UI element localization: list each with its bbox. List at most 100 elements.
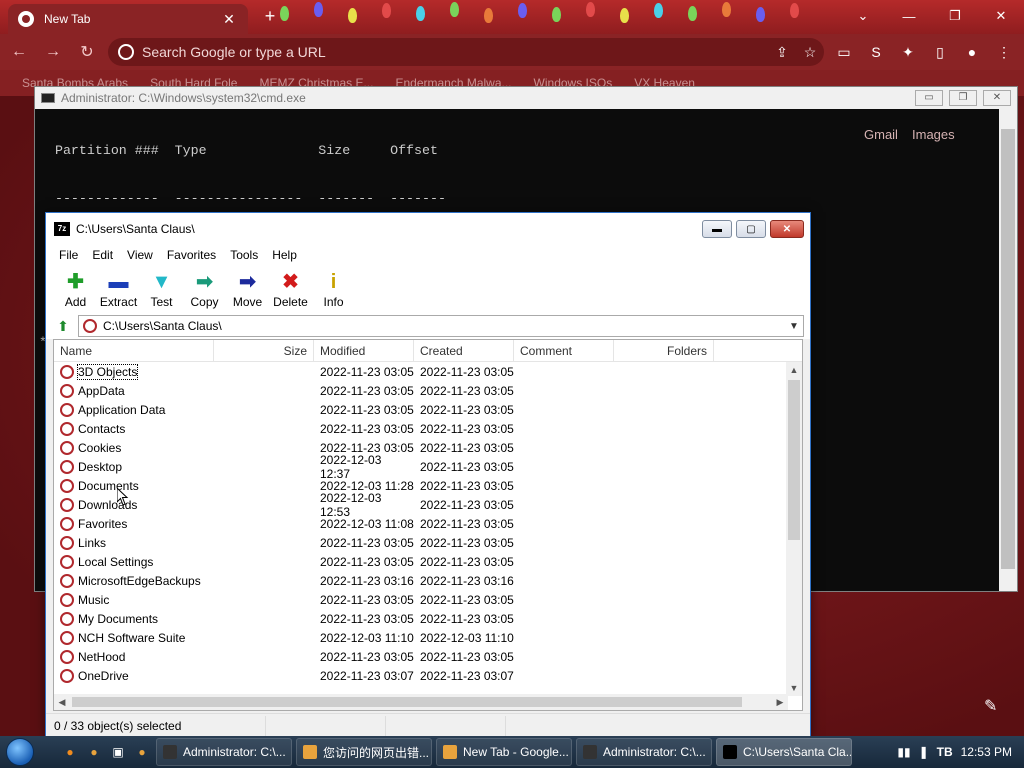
table-row[interactable]: Local Settings 2022-11-23 03:05 2022-11-23…	[54, 552, 788, 571]
extensions-puzzle-icon[interactable]: ✦	[896, 38, 920, 66]
close-window-button[interactable]: ✕	[978, 0, 1024, 32]
scroll-up-icon[interactable]: ▲	[786, 362, 802, 378]
scroll-thumb[interactable]	[788, 380, 800, 540]
cell-created: 2022-11-23 03:05	[420, 649, 514, 664]
table-row[interactable]: Downloads 2022-12-03 12:53 2022-11-23 03:0…	[54, 491, 788, 519]
extract-button[interactable]: ▬ Extract	[97, 265, 140, 313]
move-button[interactable]: ➡ Move	[226, 265, 269, 313]
col-folders[interactable]: Folders	[614, 340, 714, 362]
tray-app-icon[interactable]: ❚	[919, 745, 929, 759]
omnibox[interactable]: Search Google or type a URL ⇪ ☆	[108, 38, 824, 66]
sevenzip-window[interactable]: 7z C:\Users\Santa Claus\ ▬ ▢ ✕ File Edit…	[45, 212, 811, 738]
forward-button[interactable]: →	[38, 37, 68, 67]
horizontal-scrollbar[interactable]: ◀ ▶	[54, 694, 788, 710]
share-icon[interactable]: ⇪	[768, 44, 796, 61]
taskbar-button[interactable]: Administrator: C:\...	[576, 738, 712, 766]
cmd-close-button[interactable]: ✕	[983, 90, 1011, 106]
chrome-icon[interactable]: ●	[84, 742, 104, 762]
col-modified[interactable]: Modified	[314, 340, 414, 362]
table-row[interactable]: NCH Software Suite 2022-12-03 11:10 2022-1…	[54, 628, 788, 647]
clock[interactable]: 12:53 PM	[961, 745, 1012, 759]
tab-search-icon[interactable]: ⌄	[840, 0, 886, 32]
col-created[interactable]: Created	[414, 340, 514, 362]
start-button[interactable]	[0, 736, 40, 768]
vertical-scrollbar[interactable]: ▲ ▼	[786, 362, 802, 696]
up-folder-icon[interactable]: ⬆	[52, 316, 74, 336]
chrome-menu-icon[interactable]: ⋮	[992, 38, 1016, 66]
new-tab-button[interactable]: +	[260, 6, 280, 26]
customize-pencil-icon[interactable]: ✎	[984, 696, 997, 716]
tab-new-tab[interactable]: New Tab ✕	[8, 4, 248, 34]
table-row[interactable]: Desktop 2022-12-03 12:37 2022-11-23 03:05	[54, 453, 788, 481]
extension-flag-icon[interactable]: ▭	[832, 38, 856, 66]
table-row[interactable]: Application Data 2022-11-23 03:05 2022-11-…	[54, 400, 788, 419]
table-row[interactable]: AppData 2022-11-23 03:05 2022-11-23 03:05	[54, 381, 788, 400]
file-name: Music	[78, 592, 110, 607]
reload-button[interactable]: ↻	[72, 37, 102, 67]
sevenzip-title-bar[interactable]: 7z C:\Users\Santa Claus\ ▬ ▢ ✕	[46, 213, 810, 245]
tray-tb-icon[interactable]: TB	[937, 745, 953, 759]
cell-created: 2022-11-23 03:05	[420, 611, 514, 626]
bookmark-star-icon[interactable]: ☆	[796, 44, 824, 61]
menu-tools[interactable]: Tools	[230, 248, 258, 262]
table-row[interactable]: OneDrive 2022-11-23 03:07 2022-11-23 03:07	[54, 666, 788, 685]
col-comment[interactable]: Comment	[514, 340, 614, 362]
info-button[interactable]: i Info	[312, 265, 355, 313]
table-row[interactable]: Favorites 2022-12-03 11:08 2022-11-23 03:0…	[54, 514, 788, 533]
table-row[interactable]: Documents 2022-12-03 11:28 2022-11-23 03:0…	[54, 476, 788, 495]
sevenzip-maximize-button[interactable]: ▢	[736, 220, 766, 238]
table-row[interactable]: Cookies 2022-11-23 03:05 2022-11-23 03:05	[54, 438, 788, 457]
taskbar-button[interactable]: C:\Users\Santa Cla...	[716, 738, 852, 766]
chevron-down-icon[interactable]: ▼	[785, 321, 803, 332]
taskbar-button[interactable]: Administrator: C:\...	[156, 738, 292, 766]
side-panel-icon[interactable]: ▯	[928, 38, 952, 66]
table-row[interactable]: Links 2022-11-23 03:05 2022-11-23 03:05	[54, 533, 788, 552]
minimize-button[interactable]: —	[886, 0, 932, 32]
scroll-down-icon[interactable]: ▼	[786, 680, 802, 696]
profile-avatar-icon[interactable]: ●	[960, 38, 984, 66]
copy-button[interactable]: ➡ Copy	[183, 265, 226, 313]
scroll-right-icon[interactable]: ▶	[772, 694, 788, 710]
gmail-link[interactable]: Gmail	[864, 127, 898, 142]
table-row[interactable]: Music 2022-11-23 03:05 2022-11-23 03:05	[54, 590, 788, 609]
cmd-maximize-button[interactable]: ❐	[949, 90, 977, 106]
delete-button[interactable]: ✖ Delete	[269, 265, 312, 313]
back-button[interactable]: ←	[4, 37, 34, 67]
computer-icon[interactable]: ▣	[108, 742, 128, 762]
tray-pause-icon[interactable]: ▮▮	[897, 745, 910, 759]
mouse-cursor	[116, 486, 129, 509]
taskbar-button[interactable]: 您访问的网页出错...	[296, 738, 432, 766]
taskbar-button[interactable]: New Tab - Google...	[436, 738, 572, 766]
cell-name: 3D Objects	[54, 363, 314, 380]
cmd-scrollbar[interactable]	[999, 109, 1017, 591]
test-button[interactable]: ▼ Test	[140, 265, 183, 313]
maximize-button[interactable]: ❐	[932, 0, 978, 32]
address-field[interactable]: C:\Users\Santa Claus\ ▼	[78, 315, 804, 337]
sevenzip-close-button[interactable]: ✕	[770, 220, 804, 238]
close-tab-icon[interactable]: ✕	[220, 11, 238, 28]
cmd-minimize-button[interactable]: ▭	[915, 90, 943, 106]
col-name[interactable]: Name	[54, 340, 214, 362]
col-size[interactable]: Size	[214, 340, 314, 362]
table-row[interactable]: My Documents 2022-11-23 03:05 2022-11-23 0…	[54, 609, 788, 628]
menu-help[interactable]: Help	[272, 248, 297, 262]
file-name: Application Data	[78, 402, 166, 417]
menu-view[interactable]: View	[127, 248, 153, 262]
images-link[interactable]: Images	[912, 127, 955, 142]
menu-favorites[interactable]: Favorites	[167, 248, 216, 262]
hscroll-thumb[interactable]	[72, 697, 742, 707]
extract-label: Extract	[99, 295, 138, 309]
menu-edit[interactable]: Edit	[92, 248, 113, 262]
table-row[interactable]: Contacts 2022-11-23 03:05 2022-11-23 03:05	[54, 419, 788, 438]
sevenzip-minimize-button[interactable]: ▬	[702, 220, 732, 238]
table-row[interactable]: NetHood 2022-11-23 03:05 2022-11-23 03:05	[54, 647, 788, 666]
firefox-icon[interactable]: ●	[60, 742, 80, 762]
add-button[interactable]: ✚ Add	[54, 265, 97, 313]
extension-s-icon[interactable]: S	[864, 38, 888, 66]
table-row[interactable]: 3D Objects 2022-11-23 03:05 2022-11-23 03:…	[54, 362, 788, 381]
scroll-left-icon[interactable]: ◀	[54, 694, 70, 710]
table-row[interactable]: MicrosoftEdgeBackups 2022-11-23 03:16 2022…	[54, 571, 788, 590]
chrome-icon[interactable]: ●	[132, 742, 152, 762]
cmd-title-bar[interactable]: Administrator: C:\Windows\system32\cmd.e…	[35, 87, 1017, 109]
menu-file[interactable]: File	[59, 248, 78, 262]
